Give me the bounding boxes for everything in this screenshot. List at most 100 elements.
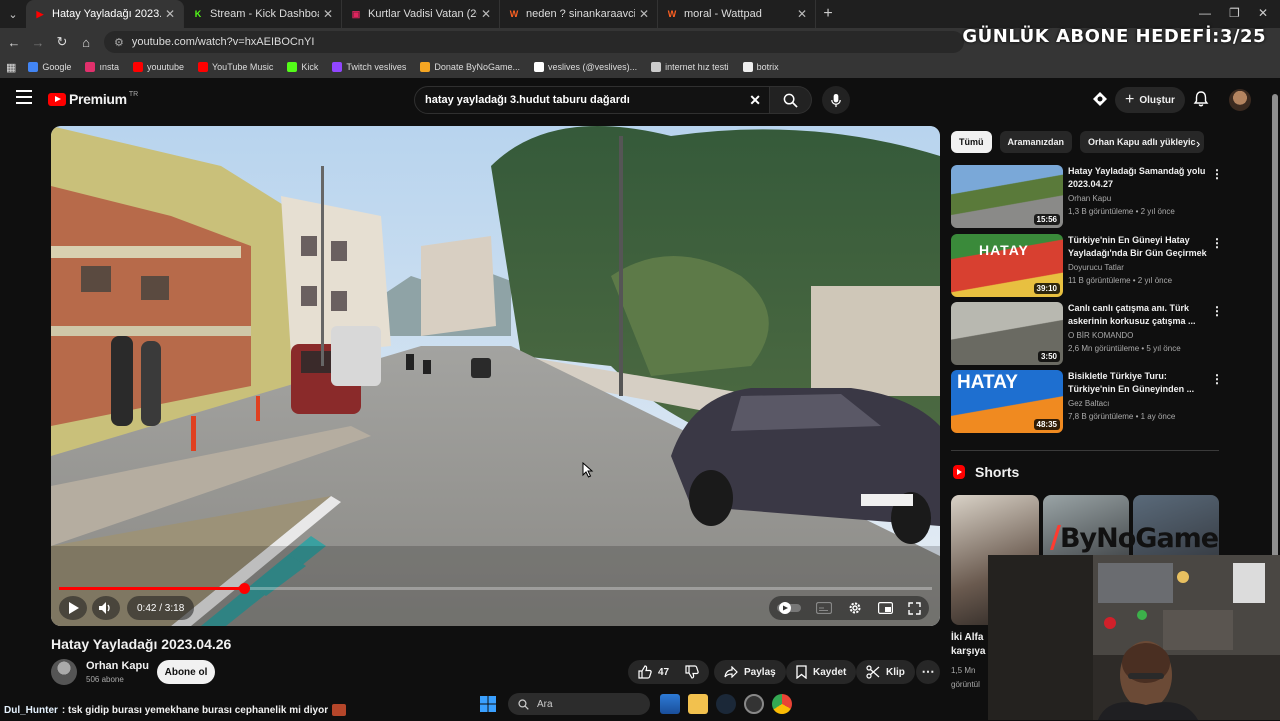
- file-explorer-icon[interactable]: [688, 694, 708, 714]
- filter-chip[interactable]: Orhan Kapu adlı yükleyic: [1080, 131, 1204, 153]
- url-field[interactable]: ⚙ youtube.com/watch?v=hxAEIBOCnYI: [104, 31, 964, 53]
- recommended-video[interactable]: 3:50 Canlı canlı çatışma anı. Türk askeri…: [951, 302, 1251, 366]
- video-thumbnail[interactable]: 15:56: [951, 165, 1063, 228]
- bookmark-label: Donate ByNoGame...: [434, 62, 520, 72]
- tab-close-icon[interactable]: ✕: [797, 7, 807, 21]
- dislike-button[interactable]: [675, 660, 709, 684]
- channel-avatar[interactable]: [51, 659, 77, 685]
- short-meta-line1: 1,5 Mn: [951, 666, 976, 675]
- channel-name[interactable]: Gez Baltacı: [1068, 399, 1109, 408]
- settings-gear-icon[interactable]: [848, 601, 862, 615]
- close-window-icon[interactable]: ✕: [1258, 6, 1268, 20]
- back-icon[interactable]: ←: [2, 35, 26, 50]
- play-button[interactable]: [59, 596, 87, 620]
- maximize-icon[interactable]: ❐: [1229, 6, 1240, 20]
- account-avatar[interactable]: [1229, 89, 1251, 111]
- video-thumbnail[interactable]: 3:50: [951, 302, 1063, 365]
- clip-button[interactable]: Klip: [856, 660, 915, 684]
- more-options-icon[interactable]: ⋮: [1211, 167, 1223, 181]
- channel-name[interactable]: Orhan Kapu: [86, 660, 149, 672]
- progress-scrubber-handle[interactable]: [239, 583, 251, 594]
- bookmark-item[interactable]: veslives (@veslives)...: [533, 62, 637, 72]
- minimize-icon[interactable]: —: [1199, 6, 1211, 20]
- home-icon[interactable]: ⌂: [74, 35, 98, 50]
- premium-gem-icon[interactable]: [1092, 91, 1108, 107]
- browser-tab[interactable]: ▣ Kurtlar Vadisi Vatan (2017) - Bo ✕: [342, 0, 500, 28]
- video-title[interactable]: Türkiye'nin En Güneyi Hatay Yayladağı'nd…: [1068, 234, 1213, 260]
- apps-grid-icon[interactable]: ▦: [6, 61, 16, 74]
- filter-chip[interactable]: Aramanızdan: [999, 131, 1073, 153]
- channel-name[interactable]: O BİR KOMANDO: [1068, 331, 1133, 340]
- bookmark-item[interactable]: youutube: [132, 62, 184, 72]
- video-player[interactable]: 0:42 / 3:18: [51, 126, 940, 626]
- bookmark-favicon-icon: [332, 62, 343, 72]
- new-tab-button[interactable]: +: [816, 5, 840, 23]
- create-button[interactable]: + Oluştur: [1115, 87, 1185, 113]
- browser-tab[interactable]: K Stream - Kick Dashboard ✕: [184, 0, 342, 28]
- short-title[interactable]: İki Alfa karşıya: [951, 631, 985, 659]
- bookmark-item[interactable]: Kick: [287, 62, 318, 72]
- tab-search-chevron-icon[interactable]: ⌄: [0, 0, 26, 28]
- subscribe-button[interactable]: Abone ol: [157, 660, 215, 684]
- volume-button[interactable]: [92, 596, 120, 620]
- search-input[interactable]: hatay yayladağı 3.hudut taburu dağardı ✕: [414, 86, 770, 114]
- bookmark-item[interactable]: ınsta: [85, 62, 119, 72]
- windows-start-icon[interactable]: [478, 694, 498, 714]
- video-thumbnail[interactable]: HATAY 39:10: [951, 234, 1063, 297]
- voice-search-button[interactable]: [822, 86, 850, 114]
- search-button[interactable]: [770, 86, 812, 114]
- video-thumbnail[interactable]: HATAY 48:35: [951, 370, 1063, 433]
- taskbar-app-icon[interactable]: [744, 694, 764, 714]
- chrome-icon[interactable]: [772, 694, 792, 714]
- more-actions-button[interactable]: ⋯: [916, 660, 940, 684]
- like-button[interactable]: 47: [628, 660, 681, 684]
- tab-close-icon[interactable]: ✕: [323, 7, 333, 21]
- tab-close-icon[interactable]: ✕: [481, 7, 491, 21]
- taskbar-search-input[interactable]: Ara: [508, 693, 650, 715]
- short-meta-line2: görüntül: [951, 680, 980, 689]
- video-title[interactable]: Canlı canlı çatışma anı. Türk askerinin …: [1068, 302, 1213, 328]
- browser-tab[interactable]: Wmoral - Wattpad ✕: [658, 0, 816, 28]
- more-options-icon[interactable]: ⋮: [1211, 236, 1223, 250]
- tab-favicon-icon: W: [509, 9, 519, 19]
- browser-tab[interactable]: ▶ Hatay Yayladağı 2023.04.26 - Yo ✕: [26, 0, 184, 28]
- channel-name[interactable]: Doyurucu Tatlar: [1068, 263, 1124, 272]
- taskbar-photos-icon[interactable]: [660, 694, 680, 714]
- forward-icon[interactable]: →: [26, 35, 50, 50]
- fullscreen-icon[interactable]: [908, 601, 921, 615]
- tab-favicon-icon: ▶: [36, 8, 44, 19]
- recommended-video[interactable]: HATAY 48:35 Bisikletle Türkiye Turu: Türki…: [951, 370, 1251, 434]
- reload-icon[interactable]: ↻: [50, 34, 74, 50]
- clear-search-icon[interactable]: ✕: [749, 92, 761, 109]
- subtitles-icon[interactable]: [816, 602, 833, 614]
- miniplayer-icon[interactable]: [877, 602, 893, 614]
- save-button[interactable]: Kaydet: [786, 660, 857, 684]
- video-title[interactable]: Hatay Yayladağı Samandağ yolu 2023.04.27: [1068, 165, 1213, 191]
- filter-chip[interactable]: Tümü: [951, 131, 992, 153]
- more-options-icon[interactable]: ⋮: [1211, 304, 1223, 318]
- share-button[interactable]: Paylaş: [714, 660, 786, 684]
- tab-close-icon[interactable]: ✕: [639, 7, 649, 21]
- chips-next-arrow-icon[interactable]: ›: [1196, 136, 1200, 151]
- recommended-video[interactable]: 15:56 Hatay Yayladağı Samandağ yolu 2023.…: [951, 165, 1251, 229]
- youtube-logo[interactable]: Premium TR: [48, 91, 138, 107]
- autoplay-toggle-icon[interactable]: [776, 602, 801, 614]
- recommended-video[interactable]: HATAY 39:10 Türkiye'nin En Güneyi Hatay Ya…: [951, 234, 1251, 298]
- browser-tab[interactable]: Wneden ? sinankaraavci - Wattpa ✕: [500, 0, 658, 28]
- site-info-icon[interactable]: ⚙: [114, 36, 124, 49]
- video-progress-bar[interactable]: [59, 583, 932, 594]
- notifications-bell-icon[interactable]: [1192, 90, 1210, 108]
- bookmark-item[interactable]: botrix: [742, 62, 779, 72]
- bookmark-item[interactable]: Donate ByNoGame...: [420, 62, 520, 72]
- chat-message-text: : tsk gidip burası yemekhane burası ceph…: [61, 704, 329, 716]
- bookmark-item[interactable]: Twitch veslives: [332, 62, 406, 72]
- bookmark-item[interactable]: YouTube Music: [198, 62, 273, 72]
- channel-name[interactable]: Orhan Kapu: [1068, 194, 1111, 203]
- bookmark-item[interactable]: internet hız testi: [651, 62, 729, 72]
- bookmark-item[interactable]: Google: [28, 62, 71, 72]
- more-options-icon[interactable]: ⋮: [1211, 372, 1223, 386]
- menu-icon[interactable]: [16, 90, 32, 104]
- tab-close-icon[interactable]: ✕: [165, 7, 175, 21]
- video-title[interactable]: Bisikletle Türkiye Turu: Türkiye'nin En …: [1068, 370, 1213, 396]
- steam-icon[interactable]: [716, 694, 736, 714]
